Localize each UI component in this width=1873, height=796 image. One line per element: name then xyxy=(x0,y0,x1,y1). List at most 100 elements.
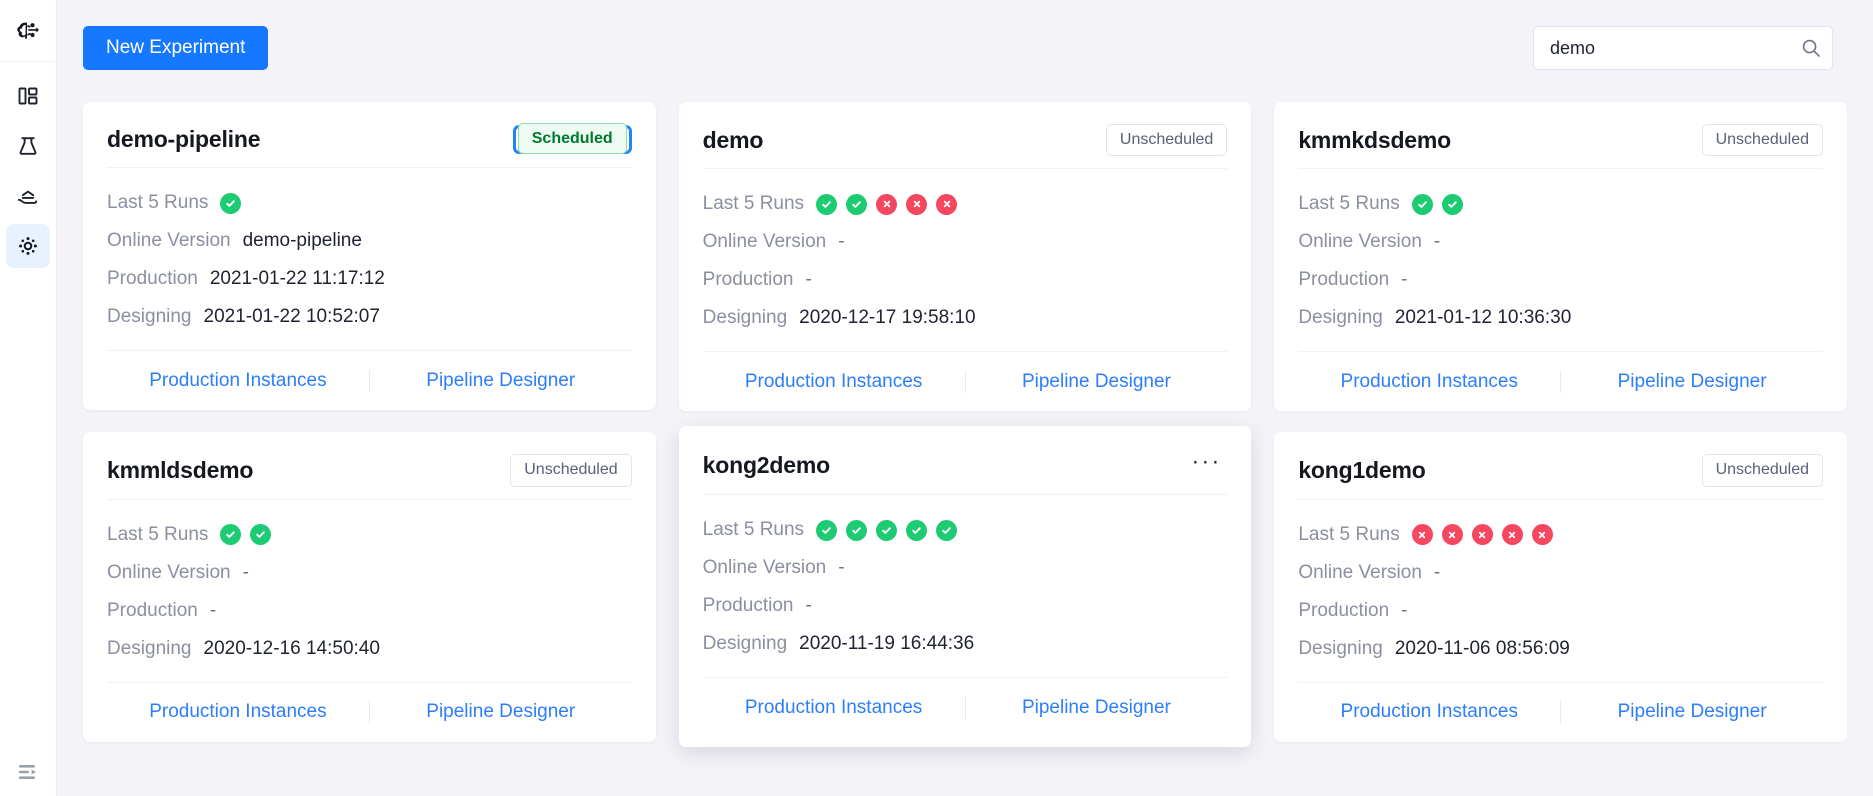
sidebar-nav xyxy=(6,74,50,268)
card-more-menu-button[interactable]: ··· xyxy=(1185,448,1227,482)
run-success-icon[interactable] xyxy=(220,524,242,546)
card-title: kmmkdsdemo xyxy=(1298,126,1451,153)
pipeline-card[interactable]: kong1demo Unscheduled Last 5 Runs Online Ve… xyxy=(1274,432,1847,742)
card-body: Last 5 Runs Online Version - Production - Des… xyxy=(1298,169,1823,351)
designing-value: 2020-11-06 08:56:09 xyxy=(1394,637,1570,659)
run-failure-icon[interactable] xyxy=(936,193,958,215)
production-label: Production xyxy=(1298,269,1390,291)
pipeline-target-icon xyxy=(19,237,37,255)
new-experiment-button[interactable]: New Experiment xyxy=(83,26,269,70)
expand-sidebar-icon xyxy=(18,765,36,779)
card-title: demo-pipeline xyxy=(107,126,261,152)
online-version-value: - xyxy=(1433,561,1441,583)
status-badge[interactable]: Unscheduled xyxy=(1105,124,1228,157)
last-runs-label: Last 5 Runs xyxy=(702,193,805,215)
run-success-icon[interactable] xyxy=(220,192,242,214)
card-header: kmmldsdemo Unscheduled xyxy=(107,454,632,500)
serving-hand-icon xyxy=(17,190,38,204)
run-failure-icon[interactable] xyxy=(906,193,928,215)
run-success-icon[interactable] xyxy=(816,193,838,215)
run-success-icon[interactable] xyxy=(936,519,958,541)
app-root: New Experiment demo-pipeline Scheduled Las… xyxy=(0,0,1873,796)
run-success-icon[interactable] xyxy=(250,524,272,546)
pipeline-card[interactable]: kmmldsdemo Unscheduled Last 5 Runs Online V… xyxy=(83,432,656,742)
status-badge[interactable]: Unscheduled xyxy=(1701,124,1823,157)
card-body: Last 5 Runs Online Version demo-pipeline Pr… xyxy=(107,168,632,350)
production-value: 2021-01-22 11:17:12 xyxy=(209,268,385,289)
pipeline-card[interactable]: demo Unscheduled Last 5 Runs Online Version… xyxy=(678,102,1252,412)
run-failure-icon[interactable] xyxy=(876,193,898,215)
run-failure-icon[interactable] xyxy=(1531,524,1553,546)
run-success-icon[interactable] xyxy=(876,519,898,541)
card-footer: Production Instances Pipeline Designer xyxy=(107,681,632,742)
sidebar-item-serving[interactable] xyxy=(6,174,50,218)
designing-label: Designing xyxy=(702,307,788,329)
pipeline-designer-link[interactable]: Pipeline Designer xyxy=(370,370,632,392)
app-logo[interactable] xyxy=(0,0,57,62)
status-badge[interactable]: Unscheduled xyxy=(1701,454,1823,487)
sidebar-item-experiments[interactable] xyxy=(6,124,50,168)
production-value: - xyxy=(1401,269,1408,291)
production-instances-link[interactable]: Production Instances xyxy=(703,371,965,393)
run-failure-icon[interactable] xyxy=(1471,524,1493,546)
run-success-icon[interactable] xyxy=(1441,193,1463,215)
pipeline-designer-link[interactable]: Pipeline Designer xyxy=(1561,701,1823,723)
production-instances-link[interactable]: Production Instances xyxy=(703,697,965,719)
last-runs-label: Last 5 Runs xyxy=(107,523,209,545)
designing-value: 2020-12-17 19:58:10 xyxy=(799,307,976,329)
toolbar: New Experiment xyxy=(57,0,1873,102)
sidebar-item-pipelines[interactable] xyxy=(6,224,50,268)
designing-value: 2020-12-16 14:50:40 xyxy=(203,637,380,659)
card-header: kong1demo Unscheduled xyxy=(1298,454,1823,500)
production-value: - xyxy=(209,599,217,621)
card-header: demo-pipeline Scheduled xyxy=(107,123,632,168)
production-label: Production xyxy=(107,268,198,289)
pipeline-designer-link[interactable]: Pipeline Designer xyxy=(370,701,632,723)
card-body: Last 5 Runs Online Version - Production - Des… xyxy=(1298,500,1823,682)
run-success-icon[interactable] xyxy=(816,519,838,541)
card-title: demo xyxy=(702,126,764,153)
card-footer: Production Instances Pipeline Designer xyxy=(702,351,1228,411)
run-failure-icon[interactable] xyxy=(1501,524,1523,546)
main-content: New Experiment demo-pipeline Scheduled Las… xyxy=(57,0,1873,796)
production-instances-link[interactable]: Production Instances xyxy=(107,701,369,723)
dashboard-panels-icon xyxy=(18,87,38,105)
status-badge[interactable]: Unscheduled xyxy=(510,454,632,487)
designing-row: Designing 2020-12-17 19:58:10 xyxy=(703,299,1228,337)
production-instances-link[interactable]: Production Instances xyxy=(1298,371,1560,393)
online-version-value: - xyxy=(1433,231,1441,253)
run-success-icon[interactable] xyxy=(906,519,928,541)
status-badge[interactable]: Scheduled xyxy=(517,123,627,155)
designing-value: 2020-11-19 16:44:36 xyxy=(799,633,975,655)
search-button[interactable] xyxy=(1801,26,1821,70)
run-failure-icon[interactable] xyxy=(1441,524,1463,546)
production-instances-link[interactable]: Production Instances xyxy=(1298,701,1560,723)
search-box xyxy=(1533,26,1833,70)
designing-label: Designing xyxy=(1298,307,1383,329)
production-row: Production - xyxy=(1298,261,1823,299)
pipeline-card[interactable]: demo-pipeline Scheduled Last 5 Runs Online … xyxy=(83,102,656,410)
expand-sidebar-button[interactable] xyxy=(0,762,57,782)
last-runs-row: Last 5 Runs xyxy=(703,185,1228,223)
run-success-icon[interactable] xyxy=(1411,193,1433,215)
run-success-icon[interactable] xyxy=(846,193,868,215)
search-icon xyxy=(1802,39,1820,57)
designing-row: Designing 2021-01-22 10:52:07 xyxy=(107,298,632,336)
pipeline-card[interactable]: kmmkdsdemo Unscheduled Last 5 Runs Online V… xyxy=(1274,102,1847,412)
run-success-icon[interactable] xyxy=(846,519,868,541)
pipeline-designer-link[interactable]: Pipeline Designer xyxy=(966,697,1228,719)
pipeline-designer-link[interactable]: Pipeline Designer xyxy=(1561,371,1823,393)
card-body: Last 5 Runs Online Version - Production - Des… xyxy=(703,495,1228,677)
last-runs-row: Last 5 Runs xyxy=(703,511,1228,549)
status-badge-focus-ring: Scheduled xyxy=(512,123,632,155)
production-instances-link[interactable]: Production Instances xyxy=(107,370,369,392)
online-version-row: Online Version demo-pipeline xyxy=(107,222,632,260)
pipeline-card[interactable]: kong2demo ··· Last 5 Runs Online Version - Pr… xyxy=(678,426,1252,748)
run-failure-icon[interactable] xyxy=(1411,524,1433,546)
pipeline-designer-link[interactable]: Pipeline Designer xyxy=(966,371,1228,393)
run-status-list xyxy=(816,519,958,541)
sidebar-item-dashboard[interactable] xyxy=(6,74,50,118)
card-title: kmmldsdemo xyxy=(107,457,254,484)
last-runs-label: Last 5 Runs xyxy=(702,519,805,541)
search-input[interactable] xyxy=(1533,26,1833,70)
